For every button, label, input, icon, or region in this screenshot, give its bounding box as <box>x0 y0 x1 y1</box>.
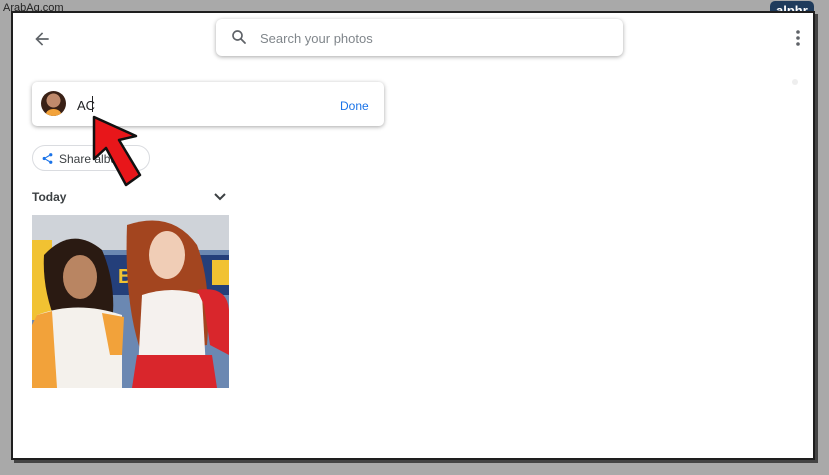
done-button[interactable]: Done <box>340 99 369 113</box>
back-arrow-icon[interactable] <box>32 29 52 49</box>
avatar <box>41 91 66 116</box>
more-vert-icon[interactable] <box>792 28 804 48</box>
name-input[interactable] <box>75 94 299 116</box>
search-bar[interactable] <box>216 19 623 56</box>
chevron-down-icon[interactable] <box>213 191 227 203</box>
scroll-indicator <box>792 79 798 85</box>
photo-image: BU <box>32 215 229 388</box>
red-pointer-arrow <box>92 115 142 187</box>
search-icon <box>232 30 246 44</box>
section-heading: Today <box>32 190 67 204</box>
face-name-card <box>32 82 384 126</box>
search-input[interactable] <box>258 25 612 51</box>
share-icon <box>42 153 53 164</box>
photo-thumbnail[interactable]: BU <box>32 215 229 388</box>
text-caret <box>92 96 93 112</box>
